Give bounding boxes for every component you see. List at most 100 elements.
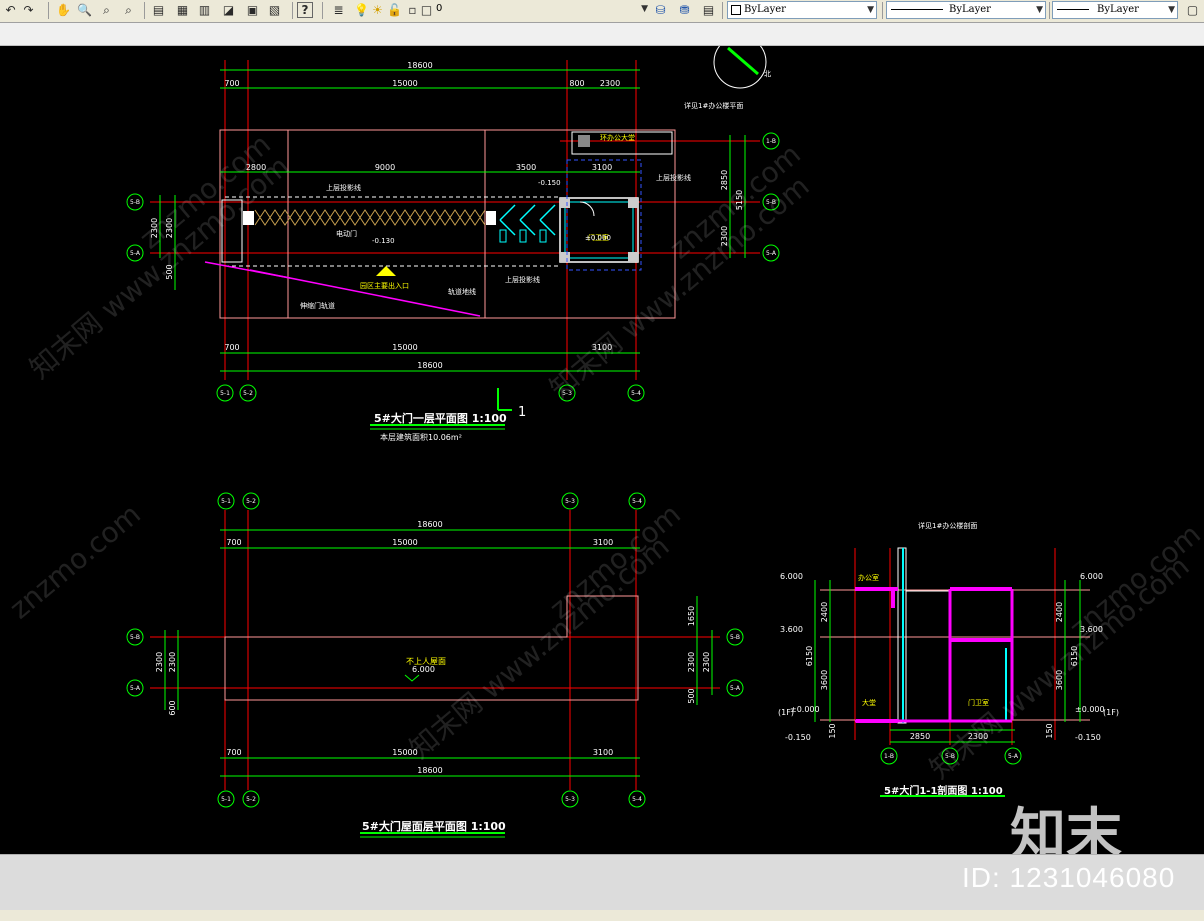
- turnstile: [499, 204, 556, 236]
- floor-tag: (1F): [778, 708, 794, 717]
- level-text: 6.000: [780, 572, 803, 581]
- axis-bubble-label: 5-2: [243, 390, 253, 397]
- toolbar-separator: [48, 2, 49, 19]
- section-mark-label: 1: [518, 405, 526, 420]
- sheet-set-icon[interactable]: ◪: [220, 2, 237, 19]
- markup-icon[interactable]: ▣: [244, 2, 261, 19]
- watermark-id: ID: 1231046080: [962, 862, 1176, 893]
- compass-label: 北: [764, 70, 771, 78]
- plan2-title: 5#大门屋面层平面图 1:100: [362, 819, 506, 833]
- tool-palettes-icon[interactable]: ▥: [196, 2, 213, 19]
- axis-bubble-label: 5-2: [246, 498, 256, 505]
- layer-states-icon[interactable]: ▤: [700, 2, 717, 19]
- guard-house: [559, 197, 639, 263]
- color-value: ByLayer: [744, 4, 786, 15]
- dim-text: 2300: [702, 652, 711, 672]
- axis-bubble-label: 1-B: [884, 753, 894, 760]
- make-current-icon[interactable]: ⛁: [652, 2, 669, 19]
- toolbar-separator: [722, 2, 723, 19]
- dim-text: 18600: [417, 361, 442, 370]
- plan1-title: 5#大门一层平面图 1:100: [374, 411, 507, 425]
- level-mark: [404, 674, 420, 682]
- toolbar-separator: [144, 2, 145, 19]
- design-center-icon[interactable]: ▦: [174, 2, 191, 19]
- magenta-line: [249, 269, 481, 317]
- watermark-text: 知末网 www.znzmo.com: [23, 149, 295, 385]
- dim-text: 15000: [392, 538, 417, 547]
- pan-icon[interactable]: ✋: [55, 2, 72, 19]
- dim-text: 700: [226, 538, 241, 547]
- axis-bubble-label: 5-4: [631, 390, 641, 397]
- level-label: -0.130: [372, 237, 395, 245]
- plan1-subtitle: 本层建筑面积10.06m²: [380, 432, 462, 442]
- section-title: 5#大门1-1剖面图 1:100: [884, 784, 1003, 797]
- turnstile-post: [519, 229, 527, 243]
- dim-text: 1650: [687, 606, 696, 626]
- bulb-icon[interactable]: 💡: [353, 2, 370, 19]
- zoom-window-icon[interactable]: ⌕: [98, 2, 115, 19]
- entrance-label: 园区主要出入口: [360, 281, 409, 290]
- note-label: 上层投影线: [656, 173, 691, 182]
- note-label: 上层投影线: [326, 183, 361, 192]
- color-dropdown[interactable]: ByLayer ▼: [727, 1, 877, 19]
- note-label: 详见1#办公楼剖面: [918, 521, 977, 530]
- dim-text: 150: [828, 723, 837, 738]
- drawing-svg: 18600 700 15000 800 2300 2800 9000 3500 …: [3, 35, 1204, 838]
- help-icon[interactable]: ?: [297, 2, 313, 18]
- sun-icon[interactable]: ☀: [369, 2, 386, 19]
- quickcalc-icon[interactable]: ▧: [266, 2, 283, 19]
- level-label: -0.150: [538, 179, 561, 187]
- guard-house-inner: [564, 201, 634, 259]
- color-square-icon: □: [420, 3, 433, 17]
- dim-text: 6150: [805, 646, 814, 666]
- dim-text: 2300: [687, 652, 696, 672]
- undo-icon[interactable]: ↶: [2, 2, 19, 19]
- ribbon-strip: [0, 23, 1204, 46]
- level-text: ±0.000: [1075, 705, 1105, 714]
- office-label: 环办公大堂: [600, 133, 635, 142]
- axis-bubble-label: 5-1: [221, 498, 231, 505]
- zoom-previous-icon[interactable]: ⌕: [120, 2, 137, 19]
- layer-dropdown[interactable]: 0 ▼: [434, 1, 650, 19]
- dim-text: 3100: [592, 163, 612, 172]
- linetype-dropdown[interactable]: ByLayer ▼: [886, 1, 1046, 19]
- lock-icon[interactable]: 🔓: [386, 2, 403, 19]
- watermark-text: znzmo.com: [3, 497, 147, 625]
- dim-text: 700: [224, 343, 239, 352]
- dim-text: 3100: [593, 748, 613, 757]
- axis-bubble-label: 5-1: [221, 796, 231, 803]
- axis-bubble-label: 5-1: [220, 390, 230, 397]
- roof-level: 6.000: [412, 665, 435, 674]
- toolbar-separator: [1049, 2, 1050, 19]
- zoom-realtime-icon[interactable]: 🔍: [76, 2, 93, 19]
- dim-text: 3600: [820, 670, 829, 690]
- turnstile-post: [499, 229, 507, 243]
- lineweight-dropdown[interactable]: ByLayer ▼: [1052, 1, 1178, 19]
- linetype-value: ByLayer: [949, 4, 991, 15]
- redo-icon[interactable]: ↷: [20, 2, 37, 19]
- lobby-label: 大堂: [862, 698, 876, 707]
- telescopic-gate: [254, 209, 486, 226]
- dim-text: 2300: [600, 79, 620, 88]
- axis-bubble-label: 5-A: [130, 685, 141, 692]
- properties-icon[interactable]: ▤: [150, 2, 167, 19]
- level-text: 6.000: [1080, 572, 1103, 581]
- guard-label: 门卫室: [968, 698, 989, 707]
- axis-bubble-label: 5-B: [730, 634, 740, 641]
- layer-previous-icon[interactable]: ⛃: [676, 2, 693, 19]
- column: [560, 198, 570, 208]
- note-label: 轨道地线: [448, 287, 476, 296]
- axis-bubble-label: 5-B: [130, 634, 140, 641]
- layer-manager-icon[interactable]: ≣: [330, 2, 347, 19]
- dim-text: 800: [569, 79, 584, 88]
- color-icon[interactable]: ▢: [1184, 2, 1201, 19]
- note-label: 上层投影线: [505, 275, 540, 284]
- toolbar-separator: [322, 2, 323, 19]
- linetype-sample: [891, 9, 943, 10]
- dim-text: 500: [687, 688, 696, 703]
- drawing-canvas[interactable]: 18600 700 15000 800 2300 2800 9000 3500 …: [0, 35, 1204, 854]
- axis-bubble-label: 5-3: [565, 498, 575, 505]
- dim-text: 9000: [375, 163, 395, 172]
- dim-text: 18600: [417, 520, 442, 529]
- dim-text: 15000: [392, 343, 417, 352]
